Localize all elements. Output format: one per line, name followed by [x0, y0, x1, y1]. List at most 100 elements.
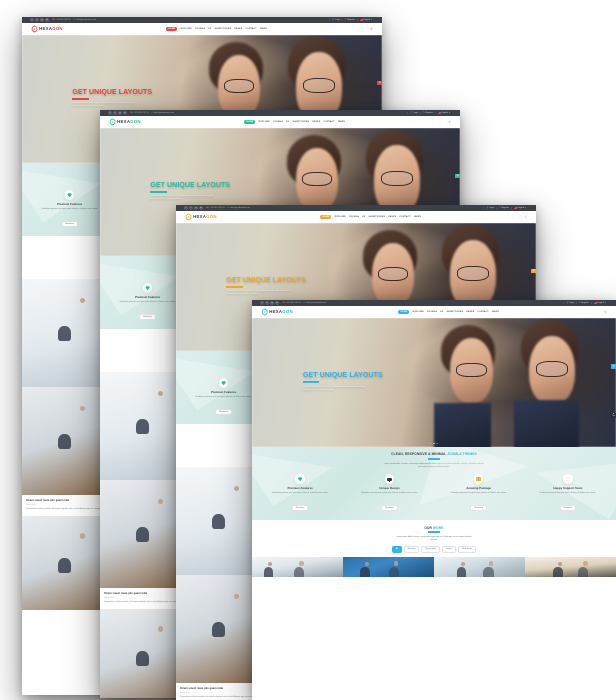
nav-item-home[interactable]: HOME — [320, 214, 332, 220]
portfolio-thumb[interactable] — [434, 556, 525, 577]
language-selector[interactable]: English ▼ — [356, 19, 374, 22]
nav-item-pages[interactable]: PAGES — [466, 311, 474, 313]
login-button[interactable]: 👤 Login — [329, 19, 342, 22]
theme-settings-button[interactable]: ⚒ — [377, 80, 382, 86]
nav-item-explore[interactable]: EXPLORE — [181, 28, 192, 30]
social-icon-linkedin[interactable]: in — [275, 301, 280, 306]
social-icon-facebook[interactable]: f — [183, 206, 188, 211]
theme-settings-button[interactable]: ⚒ — [455, 173, 460, 179]
social-icon-twitter[interactable]: t — [34, 18, 40, 23]
feature-readmore-button[interactable]: Readmore — [470, 504, 487, 511]
scroll-to-top-button[interactable]: ▲ Top — [611, 413, 616, 419]
nav-item-news[interactable]: NEWS — [260, 28, 267, 30]
nav-item-home[interactable]: HOME — [166, 26, 178, 32]
register-button[interactable]: ✎ Register — [420, 112, 435, 115]
brand-logo[interactable]: ⌖ HEXAGON — [31, 25, 63, 33]
nav-item-shortcodes[interactable]: SHORTCODES — [293, 121, 310, 123]
nav-item-joomla[interactable]: JOOMLA — [427, 311, 437, 313]
phone-text: +12 345 678 911 — [55, 19, 71, 22]
nav-item-k2[interactable]: K2 — [208, 28, 211, 30]
nav-item-home[interactable]: HOME — [244, 119, 256, 125]
work-filter-all[interactable]: All — [391, 546, 403, 553]
social-icon-linkedin[interactable]: in — [122, 111, 128, 116]
nav-menu: HOME EXPLORE JOOMLA K2 SHORTCODES PAGES CONTAC… — [320, 214, 421, 220]
brand-logo[interactable]: ⌖ HEXAGON — [185, 213, 217, 221]
photo-person-body — [360, 566, 370, 577]
nav-item-explore[interactable]: EXPLORE — [413, 311, 424, 313]
social-icon-twitter[interactable]: t — [112, 111, 118, 116]
email-address: ✉ info@yourdomain.com — [227, 207, 250, 209]
language-selector[interactable]: English ▼ — [510, 207, 528, 210]
nav-item-news[interactable]: NEWS — [414, 216, 421, 218]
nav-item-joomla[interactable]: JOOMLA — [349, 216, 359, 218]
work-filter-product[interactable]: Product — [441, 546, 457, 553]
portfolio-thumb[interactable] — [252, 556, 343, 577]
nav-item-shortcodes[interactable]: SHORTCODES — [215, 28, 232, 30]
nav-item-contact[interactable]: CONTACT — [399, 216, 410, 218]
nav-item-contact[interactable]: CONTACT — [245, 28, 256, 30]
social-icon-facebook[interactable]: f — [29, 18, 34, 23]
social-icon-google-plus[interactable]: g — [270, 301, 275, 306]
nav-item-joomla[interactable]: JOOMLA — [273, 121, 283, 123]
nav-item-home[interactable]: HOME — [398, 309, 410, 315]
topbar-left: f t g in ☎ +12 345 678 911 ✉ info@yourdomai… — [183, 206, 250, 211]
work-filter-photography[interactable]: Photography — [421, 546, 441, 553]
portfolio-thumb[interactable] — [343, 556, 434, 577]
nav-item-k2[interactable]: K2 — [286, 121, 289, 123]
slider-dot-3[interactable] — [436, 442, 439, 445]
search-icon[interactable]: ⚲ — [448, 120, 450, 124]
nav-item-explore[interactable]: EXPLORE — [335, 216, 346, 218]
register-button[interactable]: ✎ Register — [576, 302, 591, 305]
nav-item-contact[interactable]: CONTACT — [323, 121, 334, 123]
feature-readmore-button[interactable]: Readmore — [215, 408, 232, 415]
nav-item-k2[interactable]: K2 — [440, 311, 443, 313]
feature-readmore-button[interactable]: Readmore — [381, 504, 398, 511]
register-button[interactable]: ✎ Register — [342, 19, 357, 22]
brand-logo[interactable]: ⌖ HEXAGON — [261, 308, 293, 316]
social-icon-google-plus[interactable]: g — [193, 206, 199, 211]
search-icon[interactable]: ⚲ — [604, 310, 606, 314]
nav-item-shortcodes[interactable]: SHORTCODES — [447, 311, 464, 313]
brand-name-dark: HEXA — [193, 214, 207, 220]
register-button[interactable]: ✎ Register — [496, 207, 511, 210]
feature-readmore-button[interactable]: Readmore — [559, 504, 577, 511]
search-icon[interactable]: ⚲ — [370, 27, 372, 31]
social-icon-twitter[interactable]: t — [265, 301, 270, 306]
portfolio-thumb[interactable] — [525, 556, 616, 577]
slider-dot-2[interactable] — [433, 442, 435, 445]
brand-logo[interactable]: ⌖ HEXAGON — [109, 118, 141, 126]
login-button[interactable]: 👤 Login — [563, 302, 576, 305]
social-icon-twitter[interactable]: t — [188, 206, 194, 211]
nav-item-k2[interactable]: K2 — [362, 216, 365, 218]
nav-item-news[interactable]: NEWS — [492, 311, 499, 313]
nav-item-joomla[interactable]: JOOMLA — [195, 28, 205, 30]
nav-item-contact[interactable]: CONTACT — [477, 311, 488, 313]
language-selector[interactable]: English ▼ — [434, 112, 452, 115]
social-icon-linkedin[interactable]: in — [44, 18, 50, 23]
social-icon-facebook[interactable]: f — [260, 301, 265, 306]
nav-item-shortcodes[interactable]: SHORTCODES — [369, 216, 386, 218]
feature-readmore-button[interactable]: Readmore — [61, 220, 78, 227]
nav-item-pages[interactable]: PAGES — [234, 28, 242, 30]
social-icon-google-plus[interactable]: g — [39, 18, 45, 23]
language-selector[interactable]: English ▼ — [590, 302, 608, 305]
work-filter-branding[interactable]: Branding — [403, 546, 420, 553]
nav-item-news[interactable]: NEWS — [338, 121, 345, 123]
hero-title: GET UNIQUE LAYOUTS — [150, 181, 231, 189]
social-icon-linkedin[interactable]: in — [198, 206, 204, 211]
nav-item-pages[interactable]: PAGES — [388, 216, 396, 218]
login-button[interactable]: 👤 Login — [483, 207, 496, 210]
theme-settings-button[interactable]: ⚒ — [531, 268, 536, 274]
work-filter-web-design[interactable]: Web design — [457, 546, 477, 553]
search-icon[interactable]: ⚲ — [524, 215, 526, 219]
login-button[interactable]: 👤 Login — [407, 112, 420, 115]
website-mockup-blue[interactable]: f t g in ☎ +12 345 678 911 ✉ info@yourdomai… — [252, 300, 616, 700]
feature-readmore-button[interactable]: Readmore — [139, 313, 156, 320]
theme-settings-button[interactable]: ⚒ — [611, 363, 616, 369]
nav-item-explore[interactable]: EXPLORE — [259, 121, 270, 123]
nav-item-pages[interactable]: PAGES — [312, 121, 320, 123]
social-icon-google-plus[interactable]: g — [117, 111, 123, 116]
social-icon-facebook[interactable]: f — [107, 111, 112, 116]
feature-readmore-button[interactable]: Readmore — [291, 504, 309, 511]
slider-dot-1[interactable] — [429, 442, 432, 445]
